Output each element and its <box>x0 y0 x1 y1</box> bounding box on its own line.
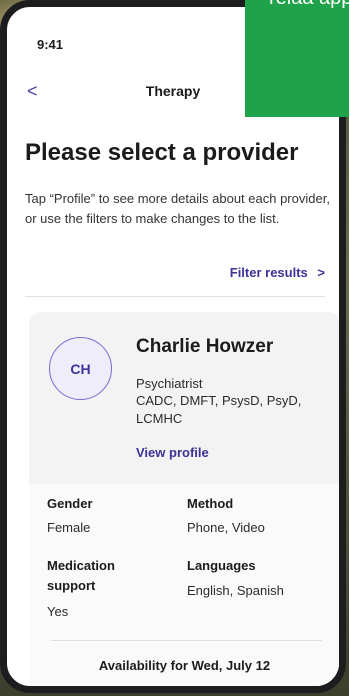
languages-label: Languages <box>187 558 256 573</box>
promo-banner: relaa app <box>245 0 349 117</box>
card-divider <box>51 640 322 641</box>
avatar-initials: CH <box>70 360 91 377</box>
gender-label: Gender <box>47 496 93 511</box>
provider-name: Charlie Howzer <box>136 336 274 357</box>
status-time: 9:41 <box>37 37 64 52</box>
provider-credentials: CADC, DMFT, PsysD, PsyD, LCMHC <box>136 393 302 426</box>
provider-card: CH Charlie Howzer Psychiatrist CADC, DMF… <box>29 312 339 686</box>
promo-text: relaa app <box>269 0 349 10</box>
method-label: Method <box>187 496 234 511</box>
provider-card-header: CH Charlie Howzer Psychiatrist CADC, DMF… <box>29 312 339 484</box>
medication-support-label: Medication support <box>47 558 115 593</box>
languages-value: English, Spanish <box>187 583 284 598</box>
availability-heading: Availability for Wed, July 12 <box>98 658 271 673</box>
method-value: Phone, Video <box>187 520 265 535</box>
page-title: Please select a provider <box>25 139 299 166</box>
medication-support-value: Yes <box>47 604 69 619</box>
divider <box>25 296 325 297</box>
intro-text: Tap “Profile” to see more details about … <box>25 191 330 226</box>
filter-results-link[interactable]: Filter results > <box>230 265 325 280</box>
filter-results-label: Filter results <box>229 265 308 280</box>
chevron-right-icon: > <box>317 265 325 280</box>
view-profile-link[interactable]: View profile <box>136 445 209 460</box>
avatar: CH <box>49 337 112 400</box>
gender-value: Female <box>47 520 91 535</box>
provider-specialty: Psychiatrist <box>136 376 203 391</box>
